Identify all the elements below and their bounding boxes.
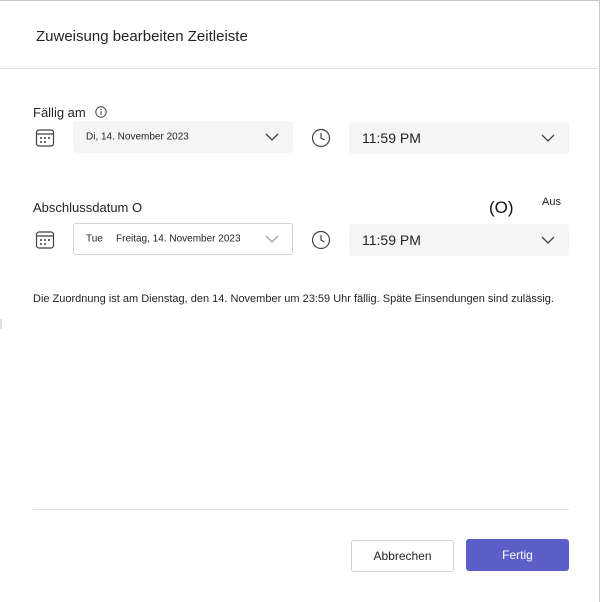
clock-icon (311, 230, 331, 250)
due-summary-text: Die Zuordnung ist am Dienstag, den 14. N… (33, 293, 554, 305)
due-date-value: Di, 14. November 2023 (86, 131, 189, 143)
due-date-picker[interactable]: Di, 14. November 2023 (73, 121, 293, 153)
cancel-button[interactable]: Abbrechen (351, 540, 454, 572)
chevron-down-icon (541, 236, 555, 244)
dialog-title: Zuweisung bearbeiten Zeitleiste (36, 28, 248, 45)
chevron-down-icon (541, 134, 555, 142)
due-time-value: 11:59 PM (362, 130, 421, 146)
calendar-icon (35, 129, 55, 147)
close-date-label: Abschlussdatum O (33, 200, 143, 215)
calendar-icon (35, 231, 55, 249)
done-button[interactable]: Fertig (466, 539, 569, 571)
close-time-value: 11:59 PM (362, 232, 421, 248)
due-time-picker[interactable]: 11:59 PM (349, 122, 569, 154)
edit-assignment-dialog: Zuweisung bearbeiten Zeitleiste Fällig a… (0, 0, 600, 602)
close-date-toggle[interactable]: (O) (489, 198, 514, 218)
info-icon[interactable] (95, 106, 107, 118)
due-date-label: Fällig am (33, 105, 86, 120)
left-edge-marker (0, 319, 2, 329)
close-time-picker[interactable]: 11:59 PM (349, 224, 569, 256)
close-date-toggle-label: Aus (542, 196, 561, 208)
clock-icon (311, 128, 331, 148)
footer-divider (33, 509, 569, 510)
close-date-picker[interactable]: Tue Freitag, 14. November 2023 (73, 223, 293, 255)
close-date-prefix: Tue (86, 233, 103, 245)
close-date-value: Freitag, 14. November 2023 (116, 233, 241, 245)
chevron-down-icon (265, 235, 279, 243)
dialog-header: Zuweisung bearbeiten Zeitleiste (0, 1, 598, 69)
chevron-down-icon (265, 133, 279, 141)
